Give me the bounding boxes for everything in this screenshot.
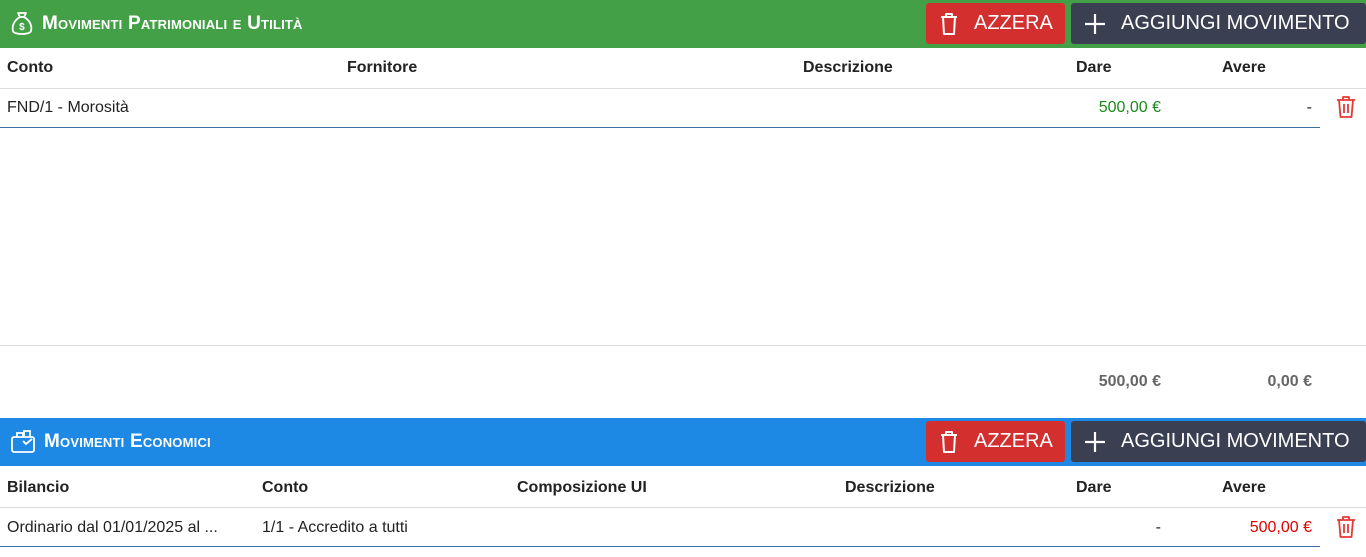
plus-icon [1083, 13, 1107, 35]
patrimoniali-add-button[interactable]: AGGIUNGI MOVIMENTO [1071, 3, 1366, 44]
economici-title-wrap: Movimenti Economici [10, 428, 211, 456]
trash-icon [938, 430, 960, 454]
delete-row-icon[interactable] [1336, 516, 1356, 538]
economici-reset-button[interactable]: AZZERA [926, 421, 1065, 462]
economici-header: Movimenti Economici AZZERA AGGIUNGI MOVI… [0, 418, 1366, 466]
row-dare: - [1155, 519, 1161, 536]
row-bilancio: Ordinario dal 01/01/2025 al ... [7, 519, 218, 536]
svg-text:$: $ [19, 22, 25, 33]
row-avere: 500,00 € [1249, 519, 1312, 536]
col-avere: Avere [1222, 59, 1266, 76]
delete-row-icon[interactable] [1336, 96, 1356, 118]
reset-label: AZZERA [974, 12, 1053, 34]
row-dare: 500,00 € [1098, 99, 1161, 116]
col-fornitore: Fornitore [347, 59, 418, 76]
patrimoniali-title-wrap: $ Movimenti Patrimoniali e Utilità [10, 10, 303, 38]
patrimoniali-reset-button[interactable]: AZZERA [926, 3, 1065, 44]
row-conto: FND/1 - Morosità [7, 99, 129, 116]
economici-add-button[interactable]: AGGIUNGI MOVIMENTO [1071, 421, 1366, 462]
col-conto: Conto [7, 59, 54, 76]
row-avere: - [1306, 99, 1312, 116]
total-avere: 0,00 € [1267, 373, 1312, 390]
row-conto: 1/1 - Accredito a tutti [262, 519, 408, 536]
reset-label: AZZERA [974, 430, 1053, 452]
footer-divider [0, 345, 1366, 346]
add-label: AGGIUNGI MOVIMENTO [1121, 430, 1350, 452]
patrimoniali-header: $ Movimenti Patrimoniali e Utilità AZZER… [0, 0, 1366, 48]
col-descrizione: Descrizione [845, 479, 935, 496]
total-dare: 500,00 € [1098, 373, 1161, 390]
col-conto: Conto [262, 479, 309, 496]
add-label: AGGIUNGI MOVIMENTO [1121, 12, 1350, 34]
row-divider [0, 127, 1320, 128]
trash-icon [938, 12, 960, 36]
plus-icon [1083, 431, 1107, 453]
money-bag-icon: $ [11, 12, 33, 35]
col-avere: Avere [1222, 479, 1266, 496]
col-descrizione: Descrizione [803, 59, 893, 76]
col-composizione: Composizione UI [517, 479, 647, 496]
col-bilancio: Bilancio [7, 479, 70, 496]
header-divider [0, 88, 1366, 89]
col-dare: Dare [1076, 479, 1112, 496]
patrimoniali-title: Movimenti Patrimoniali e Utilità [42, 13, 303, 34]
header-divider [0, 507, 1366, 508]
economici-title: Movimenti Economici [44, 431, 211, 452]
wallet-icon [11, 430, 35, 453]
col-dare: Dare [1076, 59, 1112, 76]
row-divider [0, 546, 1320, 547]
